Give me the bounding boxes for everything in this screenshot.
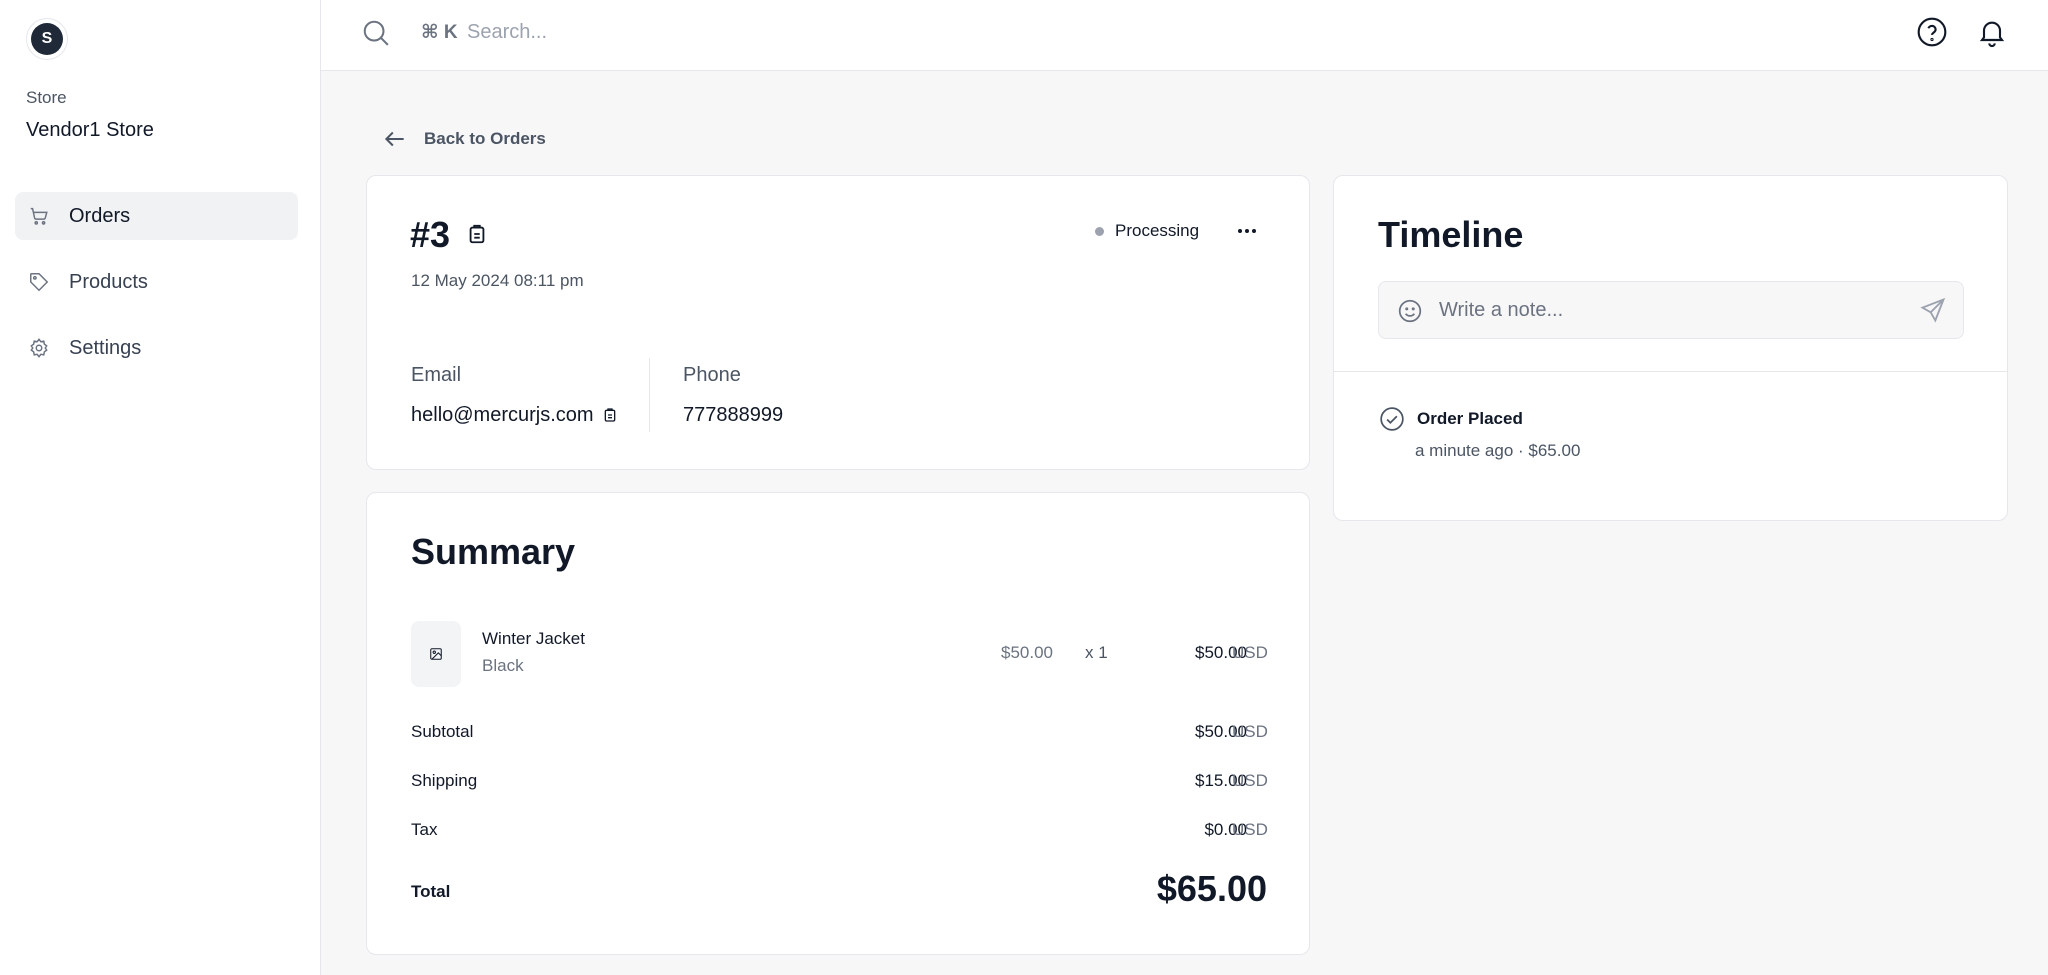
item-name: Winter Jacket	[482, 629, 585, 648]
copy-order-id-icon[interactable]	[466, 223, 488, 245]
order-card: #3 12 May 2024 08:11 pm Processing Email…	[366, 175, 1310, 470]
search-shortcut: ⌘ K	[421, 22, 458, 43]
status-badge: Processing	[1095, 221, 1199, 241]
status-label: Processing	[1115, 221, 1200, 240]
store-label: Store	[26, 88, 67, 107]
email-value-row: hello@mercurjs.com	[411, 404, 618, 427]
subtotal-currency: USD	[1232, 722, 1268, 741]
item-variant: Black	[482, 656, 524, 675]
shipping-currency: USD	[1232, 771, 1268, 790]
timeline-divider	[1334, 371, 2007, 372]
sidebar-item-orders[interactable]: Orders	[15, 192, 298, 240]
tax-currency: USD	[1232, 820, 1268, 839]
help-icon[interactable]	[1916, 16, 1948, 48]
email-section: Email hello@mercurjs.com	[411, 364, 618, 427]
ellipsis-icon	[1238, 229, 1256, 233]
total-label: Total	[411, 882, 451, 901]
phone-value: 777888999	[683, 404, 784, 426]
bell-icon[interactable]	[1976, 16, 2008, 48]
back-to-orders-link[interactable]: Back to Orders	[382, 126, 546, 152]
more-actions-button[interactable]	[1230, 214, 1264, 248]
image-placeholder-icon	[430, 648, 442, 660]
topbar: ⌘ K	[321, 0, 2048, 71]
order-id: #3	[410, 214, 451, 255]
order-date: 12 May 2024 08:11 pm	[411, 271, 584, 290]
search-input[interactable]	[467, 14, 967, 50]
send-note-button[interactable]	[1919, 296, 1949, 326]
item-currency: USD	[1232, 643, 1268, 662]
avatar-initial: S	[31, 23, 63, 55]
status-dot	[1095, 226, 1104, 236]
email-label: Email	[411, 364, 462, 386]
timeline-title: Timeline	[1378, 214, 1524, 255]
summary-title: Summary	[411, 531, 576, 572]
tag-icon	[27, 270, 51, 294]
item-thumbnail	[411, 621, 461, 687]
sidebar-item-settings[interactable]: Settings	[15, 324, 298, 372]
timeline-card: Timeline Order Placed a minute ago · $65…	[1333, 175, 2008, 521]
store-name: Vendor1 Store	[26, 119, 154, 141]
sidebar-item-label: Products	[69, 270, 148, 293]
check-circle-icon	[1379, 406, 1405, 432]
total-value: $65.00	[1156, 868, 1267, 909]
sidebar-item-label: Settings	[69, 336, 142, 359]
event-title: Order Placed	[1417, 409, 1523, 428]
email-value: hello@mercurjs.com	[411, 404, 594, 426]
emoji-icon[interactable]	[1397, 298, 1423, 324]
event-meta: a minute ago · $65.00	[1415, 441, 1581, 460]
item-quantity: x 1	[1085, 643, 1108, 662]
sidebar: S Store Vendor1 Store Orders Products Se…	[0, 0, 321, 975]
back-link-label: Back to Orders	[424, 129, 546, 148]
sidebar-item-label: Orders	[69, 204, 131, 227]
sidebar-item-products[interactable]: Products	[15, 258, 298, 306]
arrow-left-icon	[384, 131, 404, 147]
contact-divider	[649, 358, 650, 432]
item-unit-price: $50.00	[1001, 643, 1053, 662]
shipping-label: Shipping	[411, 771, 478, 790]
subtotal-label: Subtotal	[411, 722, 474, 741]
note-composer	[1378, 281, 1964, 339]
cart-icon	[27, 204, 51, 228]
phone-section: Phone 777888999	[683, 364, 783, 427]
search-icon[interactable]	[361, 18, 391, 48]
store-avatar[interactable]: S	[26, 18, 68, 60]
copy-email-icon[interactable]	[602, 406, 618, 422]
gear-icon	[27, 336, 51, 360]
phone-label: Phone	[683, 364, 741, 386]
sidebar-nav: Orders Products Settings	[15, 192, 298, 390]
note-input[interactable]	[1439, 292, 1899, 328]
summary-card: Summary Winter Jacket Black $50.00 x 1 $…	[366, 492, 1310, 955]
tax-label: Tax	[411, 820, 438, 839]
send-icon	[1920, 297, 1946, 323]
